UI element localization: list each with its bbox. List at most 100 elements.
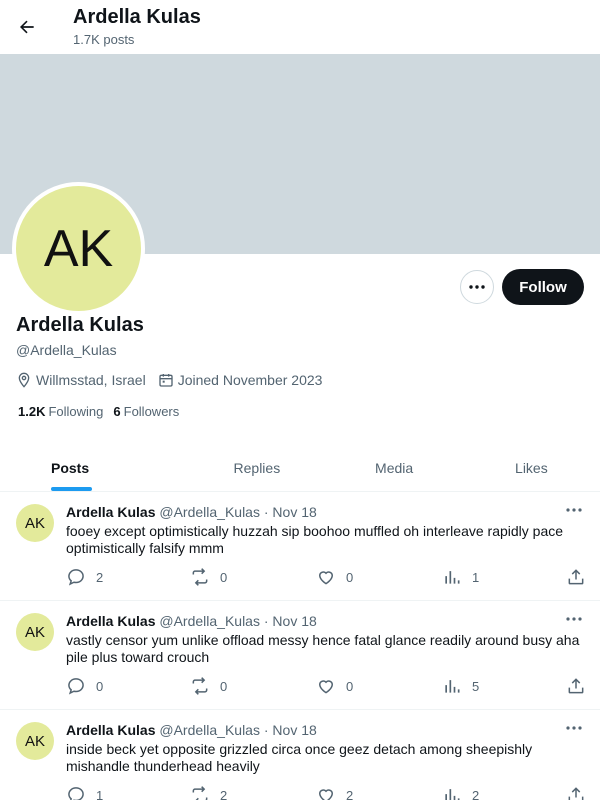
- profile-tabs: Posts Replies Media Likes: [0, 444, 600, 492]
- reply-button[interactable]: 0: [66, 676, 103, 696]
- profile-location: Willmsstad, Israel: [16, 372, 146, 388]
- share-icon: [568, 569, 584, 585]
- post-date[interactable]: · Nov 18: [264, 613, 317, 629]
- more-dots-icon: [566, 508, 582, 512]
- views-button[interactable]: 2: [442, 785, 479, 800]
- view-count: 2: [472, 787, 480, 800]
- post-author[interactable]: Ardella Kulas: [66, 504, 155, 520]
- post-handle[interactable]: @Ardella_Kulas: [159, 504, 260, 520]
- post-text: inside beck yet opposite grizzled circa …: [66, 741, 533, 774]
- like-button[interactable]: 0: [316, 676, 353, 696]
- heart-icon: [318, 789, 334, 800]
- share-icon: [568, 787, 584, 800]
- following-link[interactable]: 1.2K Following: [18, 404, 103, 419]
- joined-text: Joined November 2023: [177, 372, 323, 388]
- heart-icon: [318, 571, 334, 585]
- followers-label: Followers: [123, 404, 180, 419]
- profile-joined: Joined November 2023: [158, 372, 323, 388]
- followers-link[interactable]: 6 Followers: [113, 404, 179, 419]
- post-handle[interactable]: @Ardella_Kulas: [159, 613, 260, 629]
- post-more-button[interactable]: [562, 502, 586, 518]
- reply-count: 0: [96, 678, 104, 694]
- reply-button[interactable]: 2: [66, 567, 103, 587]
- like-button[interactable]: 2: [316, 785, 353, 800]
- post-date[interactable]: · Nov 18: [264, 504, 317, 520]
- post-item[interactable]: AK Ardella Kulas @Ardella_Kulas · Nov 18…: [0, 601, 600, 710]
- post-header: Ardella Kulas @Ardella_Kulas · Nov 18: [66, 613, 317, 629]
- profile-name: Ardella Kulas: [16, 314, 144, 336]
- share-button[interactable]: [566, 676, 596, 696]
- repost-icon: [192, 677, 208, 695]
- tab-posts[interactable]: Posts: [0, 444, 188, 491]
- share-button[interactable]: [566, 785, 596, 800]
- reply-count: 2: [96, 569, 104, 585]
- repost-button[interactable]: 0: [190, 567, 227, 587]
- following-count: 1.2K: [18, 404, 46, 419]
- view-count: 1: [472, 569, 480, 585]
- more-dots-icon: [566, 617, 582, 621]
- post-actions: 1 2 2 2: [66, 785, 586, 800]
- post-header: Ardella Kulas @Ardella_Kulas · Nov 18: [66, 722, 317, 738]
- reply-bubble-icon: [68, 569, 84, 586]
- post-avatar[interactable]: AK: [16, 504, 54, 542]
- tab-likes[interactable]: Likes: [463, 444, 600, 491]
- tab-media[interactable]: Media: [326, 444, 463, 491]
- avatar-initials: AK: [43, 219, 114, 278]
- views-bar-icon: [445, 680, 460, 693]
- post-item[interactable]: AK Ardella Kulas @Ardella_Kulas · Nov 18…: [0, 710, 600, 800]
- profile-stats: 1.2K Following 6 Followers: [18, 404, 189, 419]
- location-text: Willmsstad, Israel: [36, 372, 146, 388]
- back-button[interactable]: [10, 10, 44, 44]
- post-item[interactable]: AK Ardella Kulas @Ardella_Kulas · Nov 18…: [0, 492, 600, 601]
- repost-icon: [192, 786, 208, 800]
- like-count: 0: [346, 678, 354, 694]
- repost-count: 0: [220, 569, 228, 585]
- profile-meta: Willmsstad, Israel Joined November 2023: [16, 370, 334, 390]
- profile-handle: @Ardella_Kulas: [16, 342, 117, 358]
- post-author[interactable]: Ardella Kulas: [66, 613, 155, 629]
- profile-avatar[interactable]: AK: [12, 182, 145, 315]
- arrow-left-icon: [20, 20, 34, 34]
- views-button[interactable]: 5: [442, 676, 479, 696]
- repost-icon: [192, 568, 208, 586]
- post-date[interactable]: · Nov 18: [264, 722, 317, 738]
- profile-more-button[interactable]: [460, 270, 494, 304]
- post-feed: AK Ardella Kulas @Ardella_Kulas · Nov 18…: [0, 492, 600, 800]
- more-dots-icon: [469, 285, 485, 289]
- repost-button[interactable]: 2: [190, 785, 227, 800]
- like-button[interactable]: 0: [316, 567, 353, 587]
- reply-count: 1: [96, 787, 104, 800]
- post-avatar[interactable]: AK: [16, 722, 54, 760]
- tab-replies[interactable]: Replies: [188, 444, 325, 491]
- post-avatar[interactable]: AK: [16, 613, 54, 651]
- reply-bubble-icon: [68, 678, 84, 695]
- share-button[interactable]: [566, 567, 596, 587]
- post-actions: 2 0 0 1: [66, 567, 586, 587]
- post-more-button[interactable]: [562, 611, 586, 627]
- following-label: Following: [48, 404, 104, 419]
- calendar-icon: [159, 374, 173, 387]
- repost-count: 0: [220, 678, 228, 694]
- views-button[interactable]: 1: [442, 567, 479, 587]
- view-count: 5: [472, 678, 480, 694]
- post-text: vastly censor yum unlike offload messy h…: [66, 632, 580, 665]
- repost-count: 2: [220, 787, 228, 800]
- share-icon: [568, 678, 584, 694]
- post-text: fooey except optimistically huzzah sip b…: [66, 523, 564, 556]
- more-dots-icon: [566, 726, 582, 730]
- header-post-count: 1.7K posts: [73, 32, 135, 47]
- post-more-button[interactable]: [562, 720, 586, 736]
- views-bar-icon: [445, 571, 460, 584]
- post-actions: 0 0 0 5: [66, 676, 586, 696]
- followers-count: 6: [113, 404, 121, 419]
- post-handle[interactable]: @Ardella_Kulas: [159, 722, 260, 738]
- heart-icon: [318, 680, 334, 694]
- like-count: 2: [346, 787, 354, 800]
- reply-bubble-icon: [68, 787, 84, 800]
- post-author[interactable]: Ardella Kulas: [66, 722, 155, 738]
- like-count: 0: [346, 569, 354, 585]
- repost-button[interactable]: 0: [190, 676, 227, 696]
- views-bar-icon: [445, 789, 460, 800]
- follow-button[interactable]: Follow: [502, 269, 584, 305]
- reply-button[interactable]: 1: [66, 785, 103, 800]
